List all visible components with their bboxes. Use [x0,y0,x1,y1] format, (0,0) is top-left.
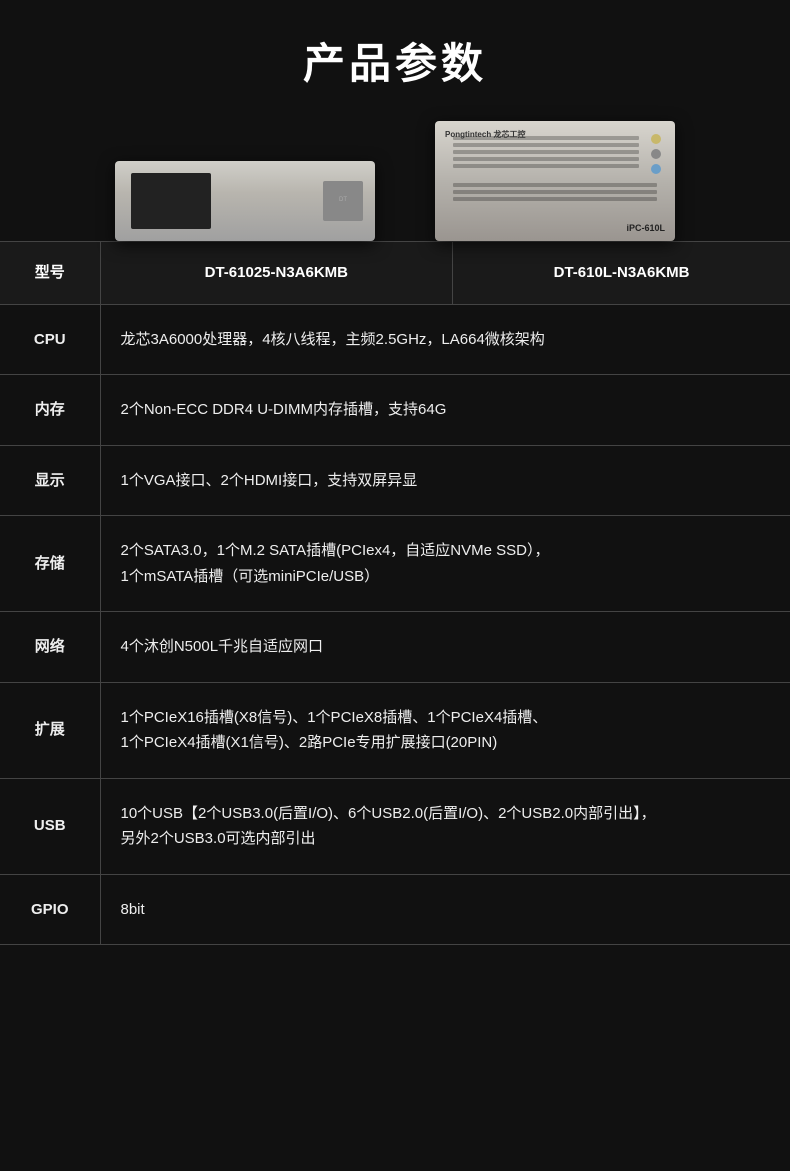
server-4u-image: Pongtintech 龙芯工控 [435,121,675,241]
row-value-7: 8bit [100,874,790,945]
row-label-7: GPIO [0,874,100,945]
row-label-6: USB [0,778,100,874]
table-row: GPIO8bit [0,874,790,945]
server-buttons [651,134,661,174]
vent-3 [453,150,639,154]
row-value-1: 2个Non-ECC DDR4 U-DIMM内存插槽，支持64G [100,375,790,446]
page-container: 产品参数 DT Pongtintech 龙芯工控 [0,0,790,985]
row-label-4: 网络 [0,612,100,683]
table-row: 显示1个VGA接口、2个HDMI接口，支持双屏异显 [0,445,790,516]
product-image-2: Pongtintech 龙芯工控 [435,121,675,241]
row-value-0: 龙芯3A6000处理器，4核八线程，主频2.5GHz，LA664微核架构 [100,304,790,375]
row-label-3: 存储 [0,516,100,612]
bvent-3 [453,197,657,201]
server-2u-image: DT [115,161,375,241]
power-button [651,134,661,144]
table-row: 扩展1个PCIeX16插槽(X8信号)、1个PCIeX8插槽、1个PCIeX4插… [0,682,790,778]
reset-button [651,149,661,159]
row-label-5: 扩展 [0,682,100,778]
spec-table: 型号 DT-61025-N3A6KMB DT-610L-N3A6KMB CPU龙… [0,241,790,945]
bvent-2 [453,190,657,194]
bottom-vents [445,183,665,201]
vent-2 [453,143,639,147]
table-row: CPU龙芯3A6000处理器，4核八线程，主频2.5GHz，LA664微核架构 [0,304,790,375]
table-row: 内存2个Non-ECC DDR4 U-DIMM内存插槽，支持64G [0,375,790,446]
bvent-1 [453,183,657,187]
server-badge: DT [323,181,363,221]
row-value-3: 2个SATA3.0，1个M.2 SATA插槽(PCIex4，自适应NVMe SS… [100,516,790,612]
product-image-1: DT [115,161,375,241]
row-label-1: 内存 [0,375,100,446]
page-title: 产品参数 [0,30,790,91]
product-images: DT Pongtintech 龙芯工控 [0,121,790,241]
server-model-label: iPC-610L [626,223,665,233]
vent-5 [453,164,639,168]
row-value-2: 1个VGA接口、2个HDMI接口，支持双屏异显 [100,445,790,516]
row-value-4: 4个沐创N500L千兆自适应网口 [100,612,790,683]
table-row: 网络4个沐创N500L千兆自适应网口 [0,612,790,683]
led-button [651,164,661,174]
table-row: USB10个USB【2个USB3.0(后置I/O)、6个USB2.0(后置I/O… [0,778,790,874]
header-label: 型号 [0,242,100,305]
header-model2: DT-610L-N3A6KMB [453,242,790,305]
header-model1: DT-61025-N3A6KMB [100,242,453,305]
row-value-6: 10个USB【2个USB3.0(后置I/O)、6个USB2.0(后置I/O)、2… [100,778,790,874]
row-value-5: 1个PCIeX16插槽(X8信号)、1个PCIeX8插槽、1个PCIeX4插槽、… [100,682,790,778]
server-brand-label: Pongtintech 龙芯工控 [445,129,525,140]
header-row: 型号 DT-61025-N3A6KMB DT-610L-N3A6KMB [0,242,790,305]
vent-4 [453,157,639,161]
server-vents [445,134,647,174]
row-label-0: CPU [0,304,100,375]
row-label-2: 显示 [0,445,100,516]
table-row: 存储2个SATA3.0，1个M.2 SATA插槽(PCIex4，自适应NVMe … [0,516,790,612]
